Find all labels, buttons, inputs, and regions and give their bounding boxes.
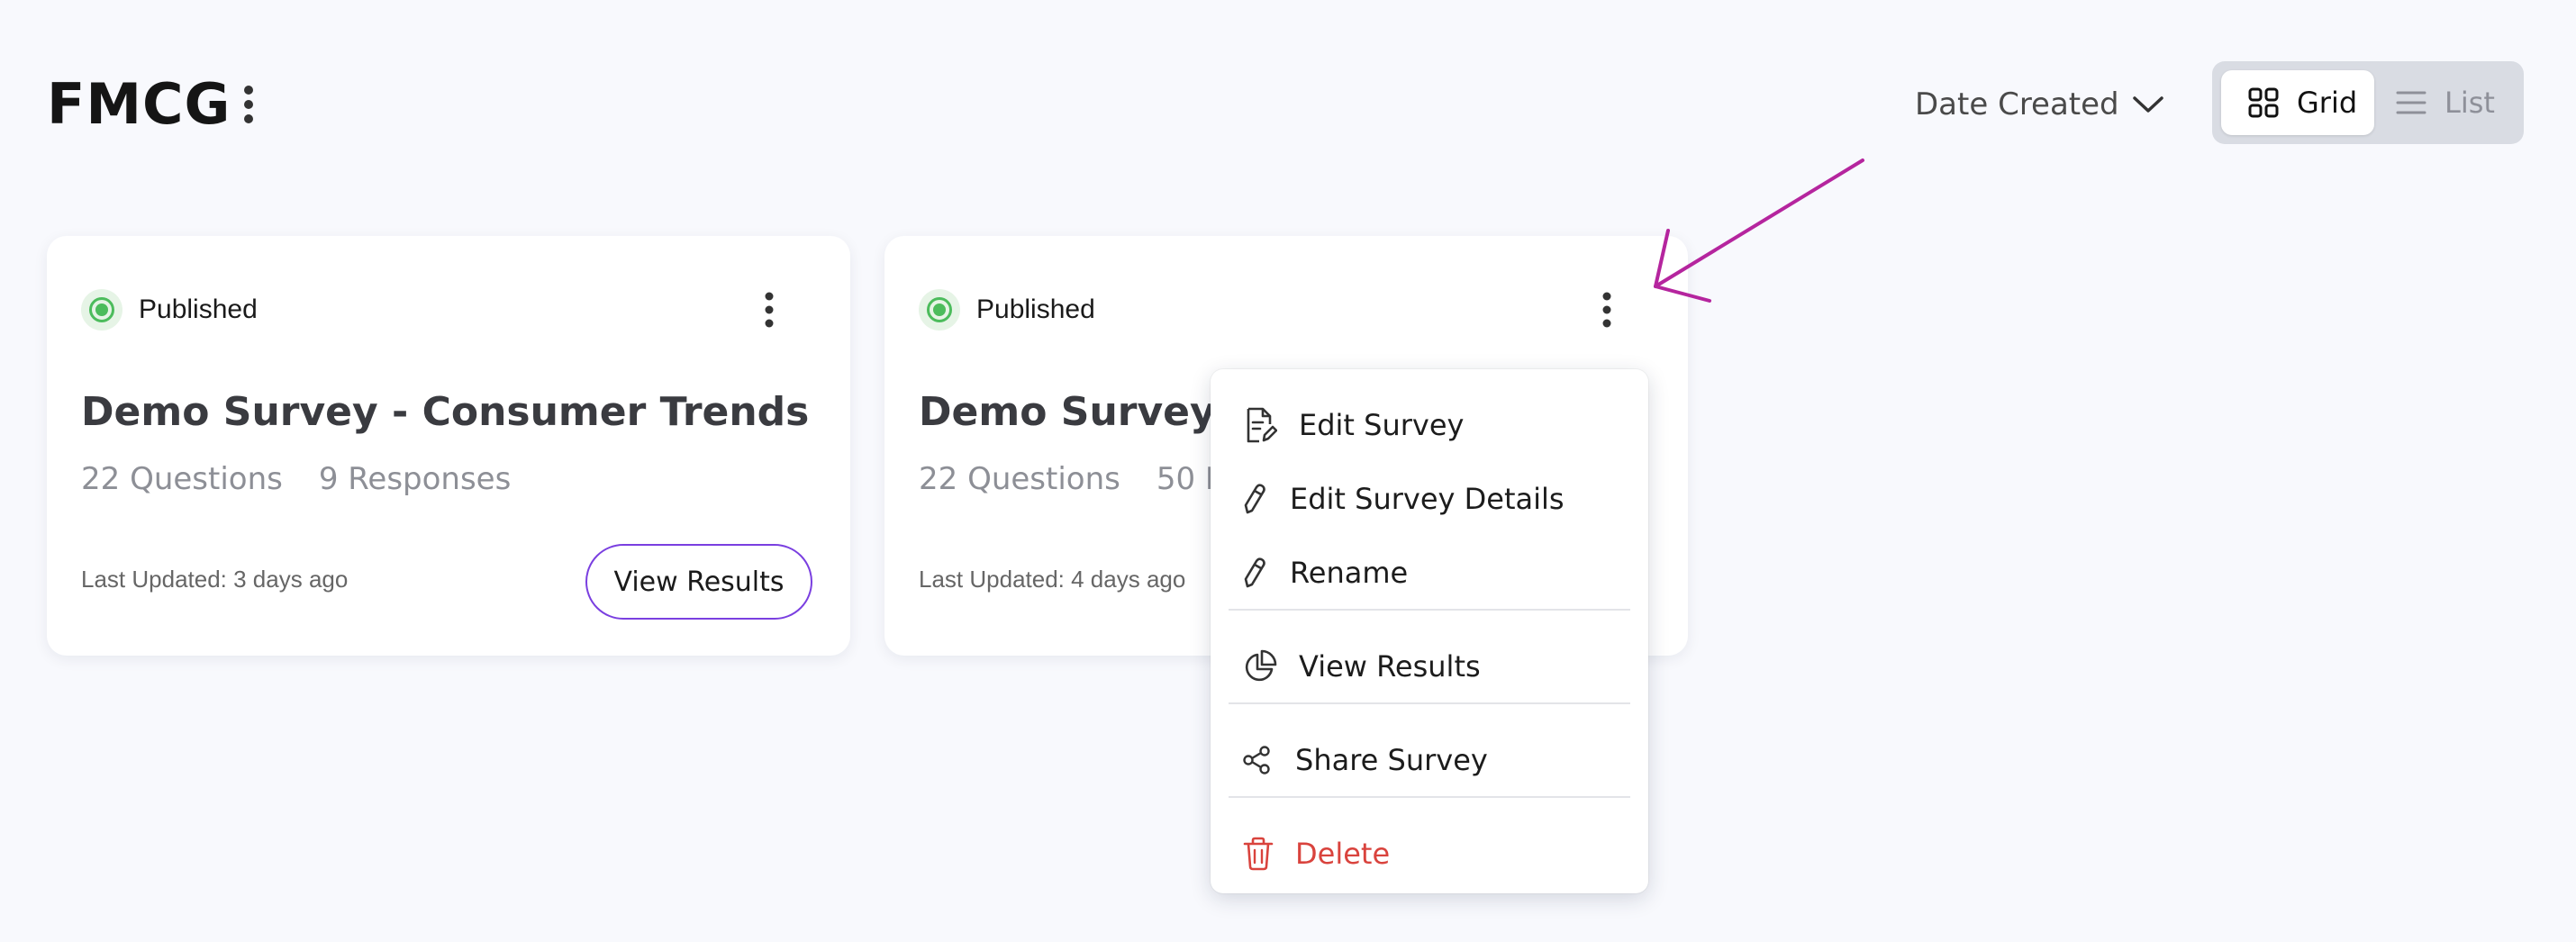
published-status-icon xyxy=(81,289,122,331)
title-menu-button[interactable] xyxy=(231,77,267,131)
kebab-icon xyxy=(244,86,253,123)
survey-title[interactable]: Demo Survey - Consumer Trends xyxy=(919,385,1216,439)
grid-view-button[interactable]: Grid xyxy=(2221,70,2374,135)
list-view-label: List xyxy=(2444,86,2495,120)
menu-item-label: Share Survey xyxy=(1295,743,1488,777)
menu-divider xyxy=(1229,796,1630,798)
view-results-button[interactable]: View Results xyxy=(585,544,812,620)
menu-divider xyxy=(1229,702,1630,704)
question-count: 22 Questions xyxy=(919,461,1120,497)
pie-chart-icon xyxy=(1245,649,1277,682)
menu-item-share-survey[interactable]: Share Survey xyxy=(1211,726,1648,794)
response-count: 50 Responses xyxy=(1156,461,1216,497)
last-updated: Last Updated: 4 days ago xyxy=(919,566,1186,593)
kebab-icon xyxy=(1602,292,1611,328)
view-toggle: Grid List xyxy=(2212,61,2524,144)
menu-item-label: Edit Survey Details xyxy=(1290,482,1565,516)
menu-item-label: Rename xyxy=(1290,556,1409,590)
status-badge: Published xyxy=(919,283,1095,337)
trash-icon xyxy=(1243,837,1274,871)
menu-item-rename[interactable]: Rename xyxy=(1211,539,1648,607)
menu-divider xyxy=(1229,609,1630,611)
menu-item-label: View Results xyxy=(1299,649,1481,684)
grid-view-label: Grid xyxy=(2297,86,2358,120)
card-menu-button[interactable] xyxy=(749,283,789,337)
sort-label: Date Created xyxy=(1915,86,2119,122)
survey-stats: 22 Questions 9 Responses xyxy=(81,461,511,497)
status-badge: Published xyxy=(81,283,258,337)
kebab-icon xyxy=(765,292,774,328)
response-count: 9 Responses xyxy=(318,461,512,497)
published-status-icon xyxy=(919,289,960,331)
menu-item-view-results[interactable]: View Results xyxy=(1211,632,1648,701)
document-edit-icon xyxy=(1247,407,1277,443)
card-context-menu: Edit Survey Edit Survey Details Rename V… xyxy=(1211,369,1648,893)
menu-item-label: Delete xyxy=(1295,837,1391,871)
share-icon xyxy=(1243,746,1270,774)
pencil-icon xyxy=(1244,557,1265,588)
survey-stats: 22 Questions 50 Responses xyxy=(919,461,1216,497)
grid-icon xyxy=(2248,87,2279,118)
sort-dropdown[interactable]: Date Created xyxy=(1915,77,2164,131)
page-title: FMCG xyxy=(47,71,231,137)
menu-item-delete[interactable]: Delete xyxy=(1211,820,1648,888)
list-icon xyxy=(2396,91,2426,114)
list-view-button[interactable]: List xyxy=(2389,70,2515,135)
menu-item-edit-survey[interactable]: Edit Survey xyxy=(1211,391,1648,459)
last-updated: Last Updated: 3 days ago xyxy=(81,566,349,593)
survey-card[interactable]: Published Demo Survey - Consumer Trends … xyxy=(47,236,850,656)
status-label: Published xyxy=(139,294,258,324)
pencil-icon xyxy=(1244,484,1265,514)
card-menu-button[interactable] xyxy=(1587,283,1627,337)
status-label: Published xyxy=(976,294,1095,324)
menu-item-label: Edit Survey xyxy=(1299,408,1465,442)
menu-item-edit-survey-details[interactable]: Edit Survey Details xyxy=(1211,465,1648,533)
survey-title[interactable]: Demo Survey - Consumer Trends xyxy=(81,385,809,439)
chevron-down-icon xyxy=(2132,96,2163,113)
question-count: 22 Questions xyxy=(81,461,283,497)
